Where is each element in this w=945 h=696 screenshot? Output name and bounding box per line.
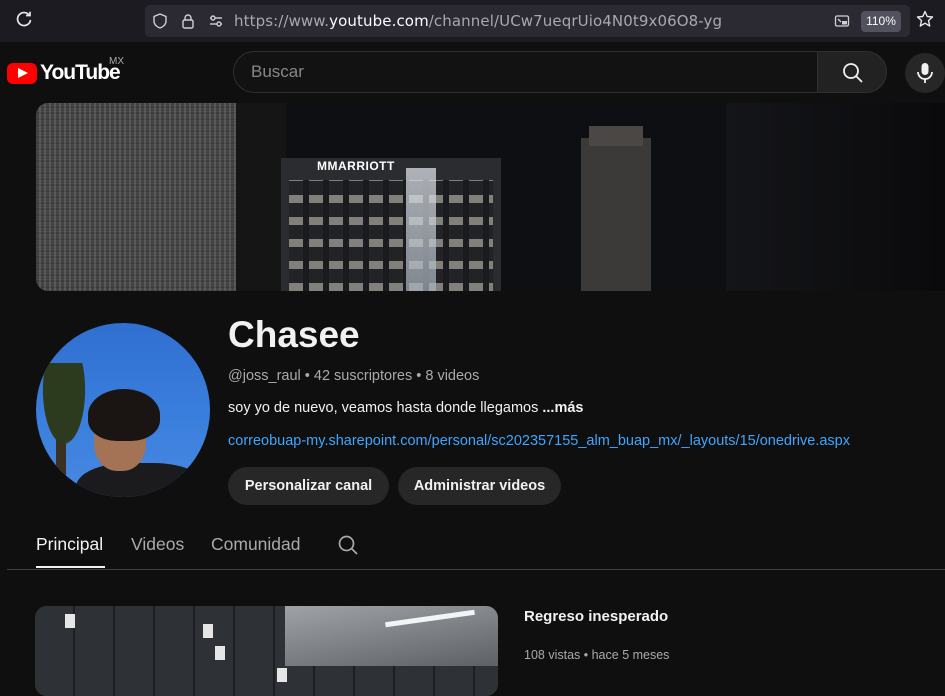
thumbnail-note bbox=[203, 624, 213, 638]
active-tab-indicator bbox=[36, 566, 105, 568]
featured-video-meta: 108 vistas • hace 5 meses bbox=[524, 648, 669, 662]
logo-text: YouTube bbox=[40, 61, 121, 84]
banner-wall bbox=[36, 103, 236, 291]
url-path: /channel/UCw7ueqrUio4N0t9x06O8-yg bbox=[428, 12, 723, 30]
picture-in-picture-icon[interactable] bbox=[834, 13, 850, 29]
banner-dark-area bbox=[726, 103, 945, 291]
tab-comunidad[interactable]: Comunidad bbox=[211, 534, 301, 555]
voice-search-button[interactable] bbox=[905, 53, 945, 93]
banner-hotel-building bbox=[281, 158, 501, 291]
meta-separator: • bbox=[580, 648, 592, 662]
hotel-sign-text: MARRIOTT bbox=[327, 159, 395, 173]
channel-meta: @joss_raul • 42 suscriptores • 8 videos bbox=[228, 368, 479, 384]
address-bar[interactable]: https://www.youtube.com/channel/UCw7ueqr… bbox=[145, 5, 910, 37]
tab-principal[interactable]: Principal bbox=[36, 534, 103, 555]
search-input[interactable] bbox=[251, 52, 791, 92]
microphone-icon bbox=[917, 63, 933, 83]
description-text: soy yo de nuevo, veamos hasta donde lleg… bbox=[228, 400, 543, 416]
avatar-body bbox=[76, 463, 206, 497]
url-domain: youtube.com bbox=[329, 12, 429, 30]
permissions-icon[interactable] bbox=[208, 13, 224, 29]
url-text[interactable]: https://www.youtube.com/channel/UCw7ueqr… bbox=[234, 12, 722, 30]
channel-banner: MMARRIOTT bbox=[36, 103, 945, 291]
reload-icon[interactable] bbox=[14, 11, 34, 31]
featured-video-title[interactable]: Regreso inesperado bbox=[524, 608, 668, 625]
lock-icon[interactable] bbox=[180, 13, 196, 29]
hotel-sign-letter: M bbox=[317, 159, 328, 173]
region-code: MX bbox=[109, 56, 124, 67]
tab-search-icon[interactable] bbox=[337, 534, 359, 556]
channel-tabs: Principal Videos Comunidad bbox=[0, 525, 945, 570]
thumbnail-note bbox=[215, 646, 225, 660]
manage-videos-button[interactable]: Administrar videos bbox=[398, 467, 561, 505]
youtube-header: YouTube MX bbox=[0, 42, 945, 104]
browser-toolbar: https://www.youtube.com/channel/UCw7ueqr… bbox=[0, 0, 945, 42]
video-count: 8 videos bbox=[425, 368, 480, 384]
more-link[interactable]: ...más bbox=[542, 400, 583, 416]
bookmark-star-icon[interactable] bbox=[916, 10, 934, 32]
subscriber-count: 42 suscriptores bbox=[313, 368, 413, 384]
zoom-level[interactable]: 110% bbox=[861, 11, 901, 32]
meta-separator: • bbox=[412, 368, 426, 384]
channel-external-link[interactable]: correobuap-my.sharepoint.com/personal/sc… bbox=[228, 433, 883, 449]
meta-separator: • bbox=[300, 368, 314, 384]
upload-age: hace 5 meses bbox=[591, 648, 670, 662]
customize-channel-button[interactable]: Personalizar canal bbox=[228, 467, 389, 505]
channel-description[interactable]: soy yo de nuevo, veamos hasta donde lleg… bbox=[228, 400, 583, 416]
search-box bbox=[233, 51, 818, 93]
banner-tower bbox=[581, 126, 651, 291]
banner-hotel-sign: MMARRIOTT bbox=[317, 159, 395, 173]
avatar-hair bbox=[88, 389, 160, 441]
tabs-divider bbox=[7, 569, 945, 570]
youtube-play-icon bbox=[7, 62, 37, 84]
tab-videos[interactable]: Videos bbox=[131, 534, 184, 555]
search-button[interactable] bbox=[817, 51, 887, 93]
channel-handle: @joss_raul bbox=[228, 368, 301, 384]
search-icon bbox=[843, 63, 863, 83]
banner-pillar bbox=[236, 103, 286, 291]
youtube-logo[interactable]: YouTube bbox=[7, 61, 121, 85]
channel-avatar bbox=[36, 323, 210, 497]
thumbnail-note bbox=[65, 614, 75, 628]
view-count: 108 vistas bbox=[524, 648, 581, 662]
url-prefix: https://www. bbox=[234, 12, 330, 30]
thumbnail-note bbox=[277, 668, 287, 682]
shield-icon[interactable] bbox=[152, 13, 168, 29]
banner-lit-facade bbox=[406, 168, 436, 291]
channel-name: Chasee bbox=[228, 314, 360, 355]
